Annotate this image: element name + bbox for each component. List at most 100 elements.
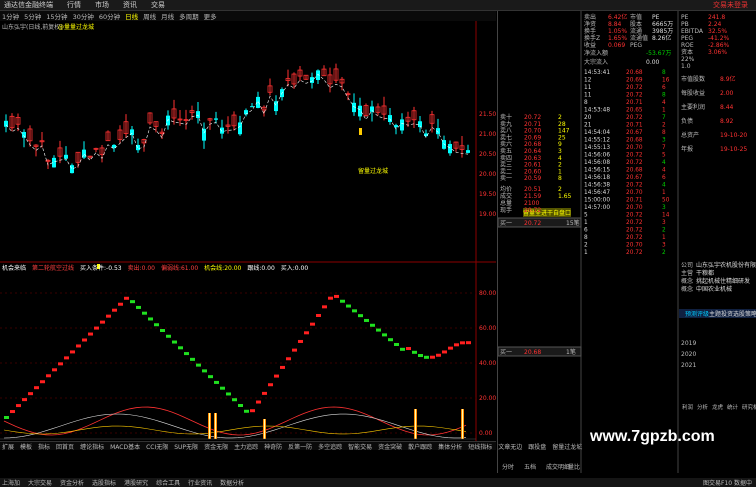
indicator-bar (82, 338, 87, 342)
period-tab-3[interactable]: 30分钟 (73, 11, 94, 21)
candle-body (418, 121, 422, 128)
tick-price-20: 20.72 (626, 220, 643, 226)
indicator-bar (370, 323, 375, 327)
candle-body (448, 143, 452, 154)
tick-vol-10: 7 (662, 145, 666, 151)
fund-label-6: 22% (681, 56, 695, 63)
status-item-4[interactable]: 港股研究 (124, 478, 148, 487)
menu-quotes[interactable]: 行情 (67, 0, 81, 10)
candle-body (394, 125, 398, 128)
price-tick-1: 21.00 (479, 131, 496, 138)
indicator-tab-2[interactable]: 指标 (38, 442, 50, 451)
rtab-2: 龙虎 (712, 403, 724, 411)
indicator-bar (268, 383, 273, 387)
indicator-tab-10[interactable]: 神奇防 (264, 442, 282, 451)
login-status[interactable]: 交易未登录 (713, 0, 748, 10)
indicator-tab-12[interactable]: 多空追踪 (318, 442, 342, 451)
indicator-bar (310, 322, 315, 326)
indicator-bar (190, 357, 195, 361)
candle-body (244, 110, 248, 115)
indicator-value-6: 跟线:0.00 (247, 265, 275, 272)
tick-price-11: 20.72 (626, 153, 643, 159)
tick-time-14: 14:56:18 (584, 175, 610, 181)
period-tab-2[interactable]: 15分钟 (46, 11, 67, 21)
tick-vol-2: 6 (662, 85, 666, 91)
status-item-6[interactable]: 行业资讯 (188, 478, 212, 487)
tick-price-15: 20.72 (626, 183, 643, 189)
fund2-val-3: 8.92 (720, 118, 734, 125)
ask-label-1: 卖九 (500, 120, 512, 128)
tick-vol-14: 6 (662, 175, 666, 181)
indicator-info: 机会来临 第二轮航空过线 买入条件:-0.53 卖出:0.00 偏弱线:61.00 机会线… (2, 263, 308, 272)
indicator-tab-4[interactable]: 缠论指标 (80, 442, 104, 451)
indicator-tabs: 扩展 模板 指标 回首页 缠论指标 MACD基本 CCI无限 SUP无限 资金无限 主力追踪 神奇防… (0, 441, 582, 451)
status-item-1[interactable]: 大宗交易 (28, 478, 52, 487)
status-item-3[interactable]: 选股指标 (92, 478, 116, 487)
indicator-tab-13[interactable]: 智能交易 (348, 442, 372, 451)
indicator-tab-15[interactable]: 散户跟踪 (408, 442, 432, 451)
indicator-bar (328, 296, 333, 300)
menu-market[interactable]: 市场 (95, 0, 109, 10)
indicator-tab-9[interactable]: 主力追踪 (234, 442, 258, 451)
mid-vol-0: 2 (558, 186, 562, 193)
indicator-bar (154, 323, 159, 327)
status-item-2[interactable]: 资金分析 (60, 478, 84, 487)
indicator-tab-11[interactable]: 反第一防 (288, 442, 312, 451)
tick-time-6: 20 (584, 115, 592, 121)
tick-vol-19: 14 (662, 213, 670, 219)
tick-vol-12: 4 (662, 160, 666, 166)
indicator-bar (316, 314, 321, 317)
indicator-bar (442, 350, 447, 354)
indicator-bar (364, 318, 369, 322)
indicator-bar (292, 348, 297, 352)
tick-vol-16: 1 (662, 190, 666, 196)
indicator-bar (250, 409, 255, 413)
indicator-tab-17[interactable]: 短线指标 (468, 442, 492, 451)
period-tab-1[interactable]: 5分钟 (24, 11, 41, 21)
candlestick-chart[interactable]: 21.50 21.00 20.50 20.00 19.50 19.00 80.00 60.00… (0, 21, 496, 473)
indicator-tab-3[interactable]: 回首页 (56, 442, 74, 451)
candle-body (256, 96, 260, 108)
indicator-bar (166, 334, 171, 338)
quote-label-3: 换手Z (584, 34, 600, 42)
tick-vol-9: 3 (662, 138, 666, 144)
quote-label2-1: 股本 (630, 20, 642, 28)
indicator-bar (160, 329, 165, 332)
indicator-bar (40, 380, 45, 384)
indicator-bar (394, 343, 399, 346)
indicator-bar (118, 302, 123, 306)
indicator-bar (418, 354, 423, 358)
status-item-7[interactable]: 数据分析 (220, 478, 244, 487)
menu-trade[interactable]: 交易 (151, 0, 165, 10)
period-tab-6[interactable]: 周线 (143, 11, 156, 21)
period-tab-4[interactable]: 60分钟 (99, 11, 120, 21)
indicator-bar (376, 328, 381, 332)
indicator-tab-16[interactable]: 集体分析 (438, 442, 462, 451)
indicator-bar (334, 294, 339, 298)
period-tab-5[interactable]: 日线 (125, 11, 138, 21)
indicator-tab-7[interactable]: SUP无限 (174, 442, 198, 451)
indicator-tab-5[interactable]: MACD基本 (110, 442, 140, 451)
company-val-0: 山东弘宇农机股份有限公司 (696, 261, 756, 269)
period-tab-7[interactable]: 月线 (161, 11, 174, 21)
period-tab-0[interactable]: 1分钟 (2, 11, 19, 21)
rtab-3: 统计 (727, 403, 739, 411)
quote-label2-0: 市值 (630, 13, 642, 21)
status-item-0[interactable]: 上海加 (2, 478, 20, 487)
indicator-tab-1[interactable]: 模板 (20, 442, 32, 451)
status-item-5[interactable]: 综合工具 (156, 478, 180, 487)
tick-price-24: 20.72 (626, 250, 643, 256)
indicator-tab-0[interactable]: 扩展 (2, 442, 14, 451)
menu-news[interactable]: 资讯 (123, 0, 137, 10)
quote-val-0: 6.42亿 (608, 13, 627, 21)
indicator-tab-8[interactable]: 资金无限 (204, 442, 228, 451)
indicator-tab-6[interactable]: CCI无限 (146, 442, 168, 451)
indicator-bar (454, 343, 459, 347)
indicator-value-3: 卖出:0.00 (127, 265, 155, 272)
period-tab-9[interactable]: 更多 (204, 11, 217, 21)
indicator-bar (400, 347, 405, 351)
tick-vol-24: 2 (662, 250, 666, 256)
indicator-bar (466, 341, 471, 345)
period-tab-8[interactable]: 多周期 (179, 11, 199, 21)
indicator-tab-14[interactable]: 资金突破 (378, 442, 402, 451)
